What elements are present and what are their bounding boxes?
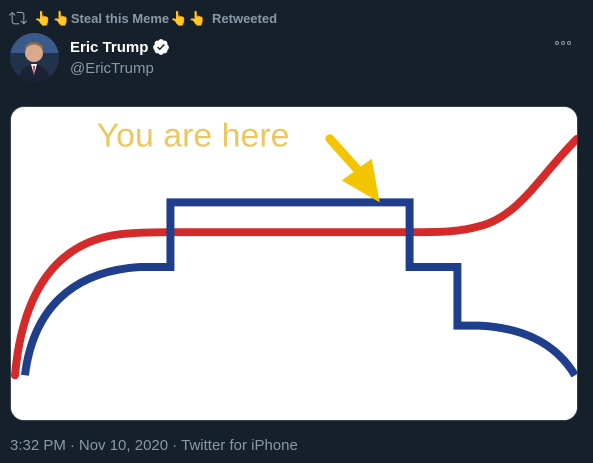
pointing-up-emoji-icon: 👆: [34, 10, 52, 26]
author-block[interactable]: Eric Trump @EricTrump: [70, 38, 170, 77]
retweet-action-label: Retweeted: [212, 10, 278, 26]
retweeter-name: Steal this Meme: [70, 10, 170, 26]
avatar[interactable]: [10, 33, 59, 82]
more-dot: [567, 41, 571, 45]
retweet-context: 👆 👆 Steal this Meme 👆 👆 Retweeted: [8, 9, 277, 27]
retweeter-link[interactable]: 👆 👆 Steal this Meme 👆 👆: [34, 11, 206, 26]
tweet-time[interactable]: 3:32 PM: [10, 437, 66, 454]
user-handle[interactable]: @EricTrump: [70, 60, 170, 77]
display-name[interactable]: Eric Trump: [70, 39, 148, 56]
tweet-date[interactable]: Nov 10, 2020: [79, 437, 168, 454]
retweet-icon: [9, 11, 27, 25]
more-options-icon[interactable]: [555, 36, 577, 50]
meme-illustration: You are here: [11, 107, 577, 420]
pointing-up-emoji-icon: 👆: [188, 10, 207, 26]
verified-badge-icon: [153, 39, 170, 55]
tweet-source[interactable]: Twitter for iPhone: [181, 437, 298, 454]
more-dot: [561, 41, 565, 45]
tweet-media-image[interactable]: You are here: [10, 106, 578, 421]
more-dot: [555, 41, 559, 45]
tweet[interactable]: 👆 👆 Steal this Meme 👆 👆 Retweeted Eric T…: [0, 0, 593, 463]
separator: ·: [69, 437, 75, 454]
pointing-up-emoji-icon: 👆: [52, 10, 70, 26]
avatar-image: [10, 33, 59, 82]
pointing-up-emoji-icon: 👆: [170, 10, 188, 26]
meme-caption: You are here: [97, 117, 290, 155]
separator: ·: [172, 437, 178, 454]
tweet-metadata: 3:32 PM · Nov 10, 2020 · Twitter for iPh…: [10, 437, 298, 454]
